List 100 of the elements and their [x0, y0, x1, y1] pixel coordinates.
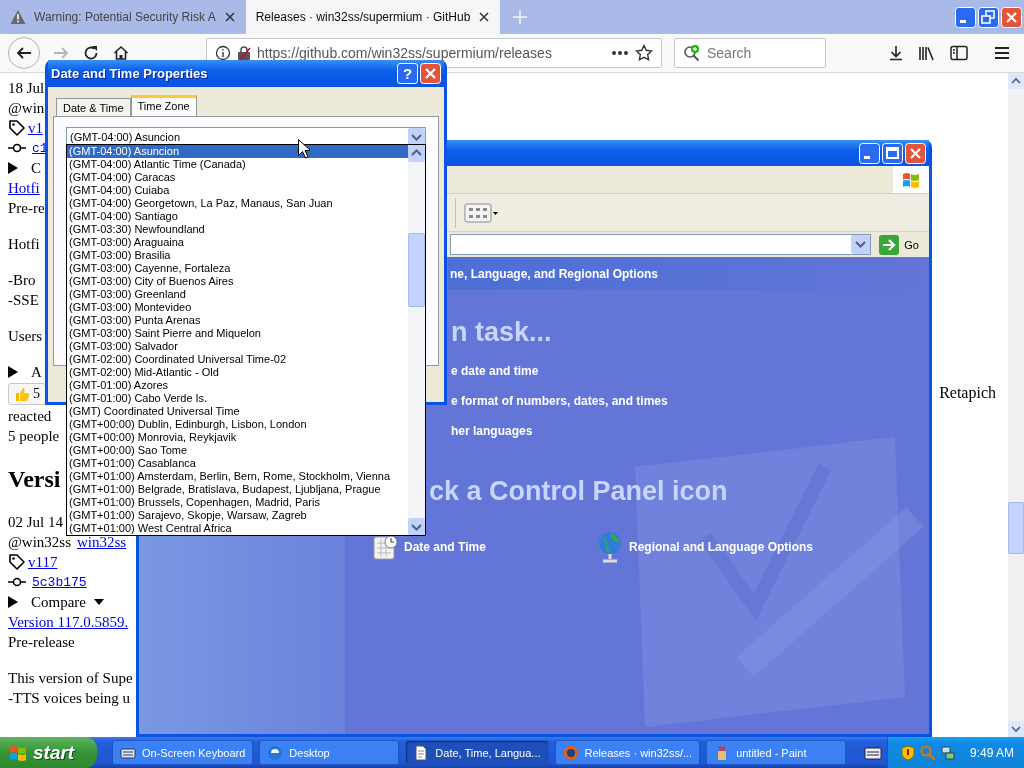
- scroll-thumb[interactable]: [408, 233, 425, 307]
- time-zone-option[interactable]: (GMT-04:00) Santiago: [67, 210, 408, 223]
- time-zone-option[interactable]: (GMT-02:00) Coordinated Universal Time-02: [67, 353, 408, 366]
- user-name: Retapich: [939, 384, 996, 404]
- browser-tab[interactable]: Warning: Potential Security Risk A: [0, 0, 246, 34]
- time-zone-option[interactable]: (GMT+01:00) Casablanca: [67, 457, 408, 470]
- task-link[interactable]: her languages: [451, 416, 533, 446]
- tag-link[interactable]: v1: [28, 118, 43, 138]
- time-zone-option[interactable]: (GMT+01:00) Sarajevo, Skopje, Warsaw, Zagreb: [67, 509, 408, 522]
- time-zone-option[interactable]: (GMT-03:00) Montevideo: [67, 301, 408, 314]
- tab[interactable]: Date & Time: [56, 98, 131, 116]
- time-zone-dropdown[interactable]: (GMT-04:00) Asuncion: [66, 127, 426, 147]
- time-zone-option[interactable]: (GMT-04:00) Cuiaba: [67, 184, 408, 197]
- taskbar-button[interactable]: untitled - Paint: [706, 740, 847, 765]
- time-zone-option[interactable]: (GMT+00:00) Sao Tome: [67, 444, 408, 457]
- info-icon[interactable]: [215, 45, 231, 61]
- library-icon[interactable]: [918, 45, 936, 61]
- summary-text[interactable]: C: [31, 158, 41, 178]
- time-zone-option[interactable]: (GMT-04:00) Georgetown, La Paz, Manaus, San Juan: [67, 197, 408, 210]
- scrollbar[interactable]: [1008, 73, 1024, 737]
- time-zone-option[interactable]: (GMT-04:00) Atlantic Time (Canada): [67, 158, 408, 171]
- time-zone-option[interactable]: (GMT-03:30) Newfoundland: [67, 223, 408, 236]
- reload-icon[interactable]: [83, 45, 99, 61]
- document-icon: [413, 744, 430, 761]
- time-zone-option[interactable]: (GMT-03:00) Salvador: [67, 340, 408, 353]
- close-icon[interactable]: [478, 11, 491, 23]
- release-link[interactable]: Hotfi: [8, 178, 40, 198]
- page-text: -Bro: [8, 271, 36, 290]
- start-button[interactable]: start: [0, 737, 97, 768]
- taskbar-button[interactable]: Date, Time, Langua...: [405, 740, 549, 765]
- network-icon[interactable]: [939, 744, 956, 761]
- reaction-button[interactable]: 5: [8, 383, 46, 405]
- disclosure-triangle-icon[interactable]: [8, 596, 18, 608]
- summary-text[interactable]: A: [31, 362, 42, 382]
- time-zone-option[interactable]: (GMT-01:00) Cabo Verde Is.: [67, 392, 408, 405]
- time-zone-option[interactable]: (GMT-04:00) Caracas: [67, 171, 408, 184]
- close-button[interactable]: [420, 63, 441, 84]
- menu-icon[interactable]: [994, 46, 1010, 60]
- commit-link[interactable]: 5c3b175: [32, 574, 87, 590]
- time-zone-option[interactable]: (GMT-03:00) City of Buenos Aires: [67, 275, 408, 288]
- time-zone-option[interactable]: (GMT) Coordinated Universal Time: [67, 405, 408, 418]
- time-zone-option[interactable]: (GMT+01:00) Brussels, Copenhagen, Madrid, Paris: [67, 496, 408, 509]
- time-zone-option[interactable]: (GMT+01:00) Belgrade, Bratislava, Budapest, Ljubljana, Prague: [67, 483, 408, 496]
- search-field[interactable]: Search: [674, 38, 826, 68]
- time-zone-option[interactable]: (GMT+00:00) Monrovia, Reykjavik: [67, 431, 408, 444]
- page-text: Users: [8, 327, 43, 346]
- shield-icon[interactable]: [899, 744, 916, 761]
- home-icon[interactable]: [113, 45, 129, 61]
- time-zone-option[interactable]: (GMT-01:00) Azores: [67, 379, 408, 392]
- disclosure-triangle-icon[interactable]: [8, 366, 18, 378]
- minimize-button[interactable]: [955, 6, 976, 28]
- go-button[interactable]: Go: [875, 234, 923, 255]
- scroll-down-icon[interactable]: [1008, 721, 1024, 737]
- search-placeholder: Search: [707, 45, 752, 61]
- star-icon[interactable]: [635, 44, 653, 62]
- sidebar-icon[interactable]: [950, 45, 968, 61]
- release-link[interactable]: Version 117.0.5859.: [8, 612, 129, 632]
- more-icon[interactable]: [611, 50, 629, 56]
- page-text: Pre-release: [8, 633, 75, 652]
- warning-icon: [10, 9, 26, 25]
- time-zone-option[interactable]: (GMT+01:00) Amsterdam, Berlin, Bern, Rome, Stockholm, Vienna: [67, 470, 408, 483]
- address-field[interactable]: [450, 234, 872, 255]
- maximize-button[interactable]: [882, 142, 903, 164]
- time-zone-option[interactable]: (GMT-03:00) Araguaina: [67, 236, 408, 249]
- time-zone-option[interactable]: (GMT-03:00) Brasilia: [67, 249, 408, 262]
- scroll-down-icon[interactable]: [408, 518, 425, 535]
- author-link[interactable]: win32ss: [77, 532, 127, 552]
- views-icon[interactable]: [464, 200, 498, 225]
- restore-button[interactable]: [978, 6, 999, 28]
- time-zone-option[interactable]: (GMT-04:00) Asuncion: [67, 145, 408, 158]
- globe-icon: [267, 744, 284, 761]
- time-zone-option[interactable]: (GMT-03:00) Cayenne, Fortaleza: [67, 262, 408, 275]
- minimize-button[interactable]: [859, 142, 880, 164]
- taskbar-button[interactable]: On-Screen Keyboard: [112, 740, 254, 765]
- time-zone-option[interactable]: (GMT-03:00) Punta Arenas: [67, 314, 408, 327]
- tab[interactable]: Time Zone: [130, 95, 197, 116]
- scroll-up-icon[interactable]: [1008, 73, 1024, 89]
- caret-icon[interactable]: [94, 599, 104, 605]
- browser-tab[interactable]: Releases · win32ss/supermium · GitHub: [245, 0, 501, 34]
- close-icon[interactable]: [223, 11, 236, 23]
- close-button[interactable]: [905, 142, 926, 164]
- close-button[interactable]: [1001, 6, 1022, 28]
- time-zone-option[interactable]: (GMT+00:00) Dublin, Edinburgh, Lisbon, London: [67, 418, 408, 431]
- task-link[interactable]: e format of numbers, dates, and times: [451, 386, 668, 416]
- tag-link[interactable]: v117: [28, 552, 58, 572]
- taskbar-button[interactable]: Desktop: [259, 740, 400, 765]
- control-panel-item[interactable]: Regional and Language Options: [597, 531, 929, 563]
- keyboard-icon[interactable]: [864, 745, 883, 760]
- summary-text[interactable]: Compare: [31, 592, 86, 612]
- time-zone-option[interactable]: (GMT-02:00) Mid-Atlantic - Old: [67, 366, 408, 379]
- task-link[interactable]: e date and time: [451, 356, 539, 386]
- scrollbar[interactable]: [408, 145, 425, 535]
- time-zone-option[interactable]: (GMT-03:00) Saint Pierre and Miquelon: [67, 327, 408, 340]
- taskbar-button[interactable]: Releases · win32ss/...: [554, 740, 701, 765]
- help-button[interactable]: ?: [397, 63, 418, 84]
- time-zone-option[interactable]: (GMT-03:00) Greenland: [67, 288, 408, 301]
- download-icon[interactable]: [888, 45, 904, 61]
- scroll-thumb[interactable]: [1008, 502, 1024, 554]
- scroll-up-icon[interactable]: [408, 145, 425, 162]
- disclosure-triangle-icon[interactable]: [8, 162, 18, 174]
